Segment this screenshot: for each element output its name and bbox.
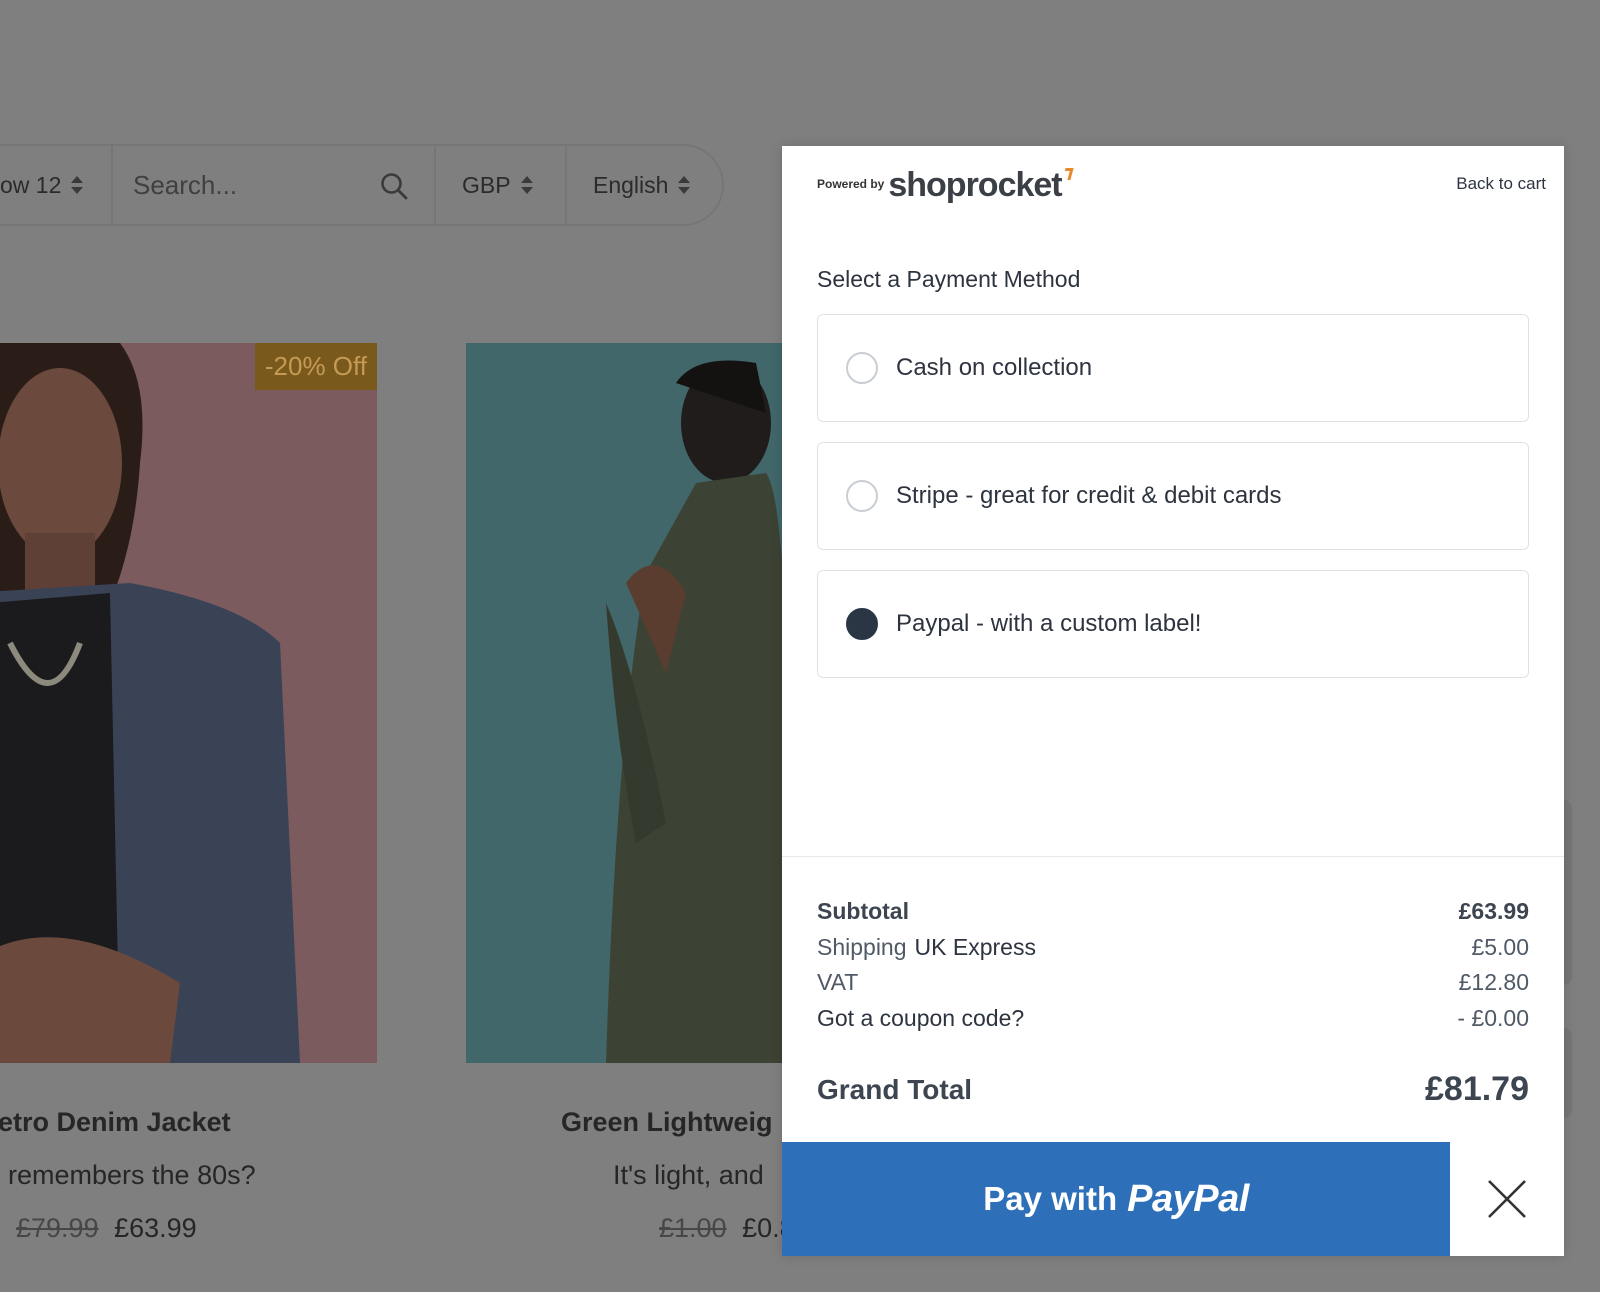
payment-option-label: Stripe - great for credit & debit cards — [896, 482, 1282, 509]
vat-row: VAT £12.80 — [817, 969, 1529, 1005]
payment-option-label: Paypal - with a custom label! — [896, 610, 1202, 637]
select-arrows-icon — [71, 175, 84, 195]
payment-option-label: Cash on collection — [896, 354, 1093, 381]
checkout-modal: Powered by shoprocket Back to cart Selec… — [782, 146, 1564, 1256]
radio-button-selected[interactable] — [846, 608, 878, 640]
brand-name: shoprocket — [888, 166, 1074, 205]
order-summary: Subtotal £63.99 Shipping UK Express £5.00… — [817, 898, 1529, 1109]
show-per-page-value: ow 12 — [0, 171, 62, 198]
close-icon[interactable] — [1486, 1178, 1528, 1220]
woman-in-denim-vest-photo — [0, 343, 377, 1063]
select-arrows-icon — [678, 175, 691, 195]
payment-option-cash[interactable]: Cash on collection — [817, 314, 1529, 422]
back-to-cart-link[interactable]: Back to cart — [1456, 174, 1546, 194]
powered-by-text: Powered by — [817, 177, 885, 191]
subtotal-value: £63.99 — [1458, 898, 1529, 924]
close-button[interactable] — [1450, 1142, 1564, 1256]
search-input[interactable]: Search... — [113, 146, 436, 224]
shoprocket-logo: Powered by shoprocket — [817, 166, 1074, 205]
shipping-label: Shipping — [817, 933, 907, 960]
currency-value: GBP — [462, 171, 511, 198]
product-image[interactable]: -20% Off — [0, 343, 377, 1063]
search-icon[interactable] — [380, 172, 408, 200]
sale-price: £63.99 — [114, 1213, 197, 1243]
product-title[interactable]: etro Denim Jacket — [0, 1107, 377, 1138]
vat-label: VAT — [817, 969, 859, 995]
payment-option-stripe[interactable]: Stripe - great for credit & debit cards — [817, 442, 1529, 550]
product-description: remembers the 80s? — [8, 1160, 256, 1190]
language-select[interactable]: English — [567, 146, 722, 224]
pay-button-prefix: Pay with — [983, 1180, 1118, 1217]
original-price: £1.00 — [659, 1213, 727, 1243]
grand-total-value: £81.79 — [1425, 1070, 1529, 1108]
shipping-method[interactable]: UK Express — [915, 934, 1036, 960]
subtotal-row: Subtotal £63.99 — [817, 898, 1529, 934]
section-divider — [782, 856, 1564, 857]
language-value: English — [593, 171, 669, 198]
radio-button[interactable] — [846, 480, 878, 512]
shipping-value: £5.00 — [1471, 933, 1529, 960]
product-price: £79.99 £63.99 — [0, 1213, 377, 1244]
discount-badge: -20% Off — [254, 343, 377, 390]
vat-value: £12.80 — [1458, 969, 1529, 995]
coupon-row: Got a coupon code? - £0.00 — [817, 1005, 1529, 1041]
pay-with-paypal-button[interactable]: Pay with PayPal — [782, 1142, 1450, 1256]
shipping-row: Shipping UK Express £5.00 — [817, 934, 1529, 970]
grand-total-row: Grand Total £81.79 — [817, 1070, 1529, 1109]
subtotal-label: Subtotal — [817, 898, 909, 924]
currency-select[interactable]: GBP — [436, 146, 567, 224]
show-per-page-select[interactable]: ow 12 — [0, 146, 113, 224]
original-price: £79.99 — [16, 1213, 99, 1243]
grand-total-label: Grand Total — [817, 1073, 973, 1105]
coupon-link[interactable]: Got a coupon code? — [817, 1005, 1024, 1032]
product-card[interactable]: -20% Off etro Denim Jacket remembers the… — [0, 343, 377, 1244]
shop-toolbar: ow 12 Search... GBP English — [0, 144, 724, 226]
payment-method-heading: Select a Payment Method — [817, 266, 1081, 292]
payment-option-paypal[interactable]: Paypal - with a custom label! — [817, 570, 1529, 678]
paypal-wordmark: PayPal — [1127, 1177, 1249, 1220]
search-placeholder: Search... — [133, 169, 238, 200]
modal-header: Powered by shoprocket Back to cart — [782, 146, 1564, 258]
coupon-value: - £0.00 — [1457, 1004, 1529, 1031]
radio-button[interactable] — [846, 352, 878, 384]
select-arrows-icon — [520, 175, 533, 195]
